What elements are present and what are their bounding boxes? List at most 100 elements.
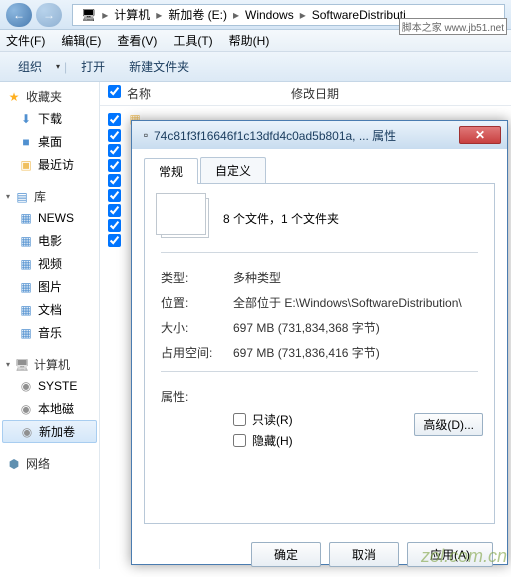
sidebar-item-videos[interactable]: ▦视频 — [0, 252, 99, 275]
sidebar-item-label: SYSTE — [38, 379, 77, 393]
new-folder-button[interactable]: 新建文件夹 — [119, 54, 199, 79]
sidebar-group-network[interactable]: ⬢网络 — [0, 453, 99, 474]
sidebar-item-recent[interactable]: ▣最近访 — [0, 153, 99, 176]
sidebar-item-desktop[interactable]: ■桌面 — [0, 130, 99, 153]
drive-icon: ◉ — [18, 378, 34, 394]
menu-edit[interactable]: 编辑(E) — [61, 32, 101, 49]
chevron-right-icon: ▸ — [298, 8, 308, 22]
ok-button[interactable]: 确定 — [251, 542, 321, 567]
sidebar-item-downloads[interactable]: ⬇下载 — [0, 107, 99, 130]
sidebar-item-label: 音乐 — [38, 324, 62, 341]
chevron-down-icon: ▾ — [6, 360, 10, 369]
computer-icon: 🖥 — [77, 8, 100, 22]
computer-icon: 🖥 — [14, 357, 30, 373]
files-stack-icon — [161, 198, 209, 238]
breadcrumb-item[interactable]: 计算机 — [110, 6, 154, 23]
advanced-button[interactable]: 高级(D)... — [414, 413, 483, 436]
sidebar-item-drive-d[interactable]: ◉本地磁 — [0, 397, 99, 420]
sidebar-group-label: 收藏夹 — [26, 88, 62, 105]
sidebar: ★收藏夹 ⬇下载 ■桌面 ▣最近访 ▾▤库 ▦NEWS ▦电影 ▦视频 ▦图片 … — [0, 82, 100, 569]
hidden-checkbox[interactable] — [233, 434, 246, 447]
sidebar-item-label: 桌面 — [38, 133, 62, 150]
sidebar-group-label: 网络 — [26, 455, 50, 472]
tab-custom[interactable]: 自定义 — [200, 157, 266, 183]
breadcrumb-item[interactable]: 新加卷 (E:) — [164, 6, 231, 23]
sidebar-group-label: 库 — [34, 188, 46, 205]
menu-view[interactable]: 查看(V) — [117, 32, 157, 49]
network-icon: ⬢ — [6, 456, 22, 472]
sidebar-item-label: 文档 — [38, 301, 62, 318]
nav-back-button[interactable]: ← — [6, 3, 32, 27]
menu-file[interactable]: 文件(F) — [6, 32, 45, 49]
arrow-right-icon: → — [43, 8, 55, 22]
breadcrumb-item[interactable]: SoftwareDistributi — [308, 8, 410, 22]
toolbar: 组织▾ | 打开 新建文件夹 — [0, 52, 511, 82]
sidebar-group-computer[interactable]: ▾🖥计算机 — [0, 354, 99, 375]
row-checkbox[interactable] — [108, 159, 121, 172]
download-icon: ⬇ — [18, 111, 34, 127]
select-all-checkbox[interactable] — [108, 85, 121, 98]
sidebar-item-label: 新加卷 — [39, 423, 75, 440]
menu-tools[interactable]: 工具(T) — [173, 32, 212, 49]
summary-text: 8 个文件，1 个文件夹 — [223, 210, 339, 227]
arrow-left-icon: ← — [13, 8, 25, 22]
sidebar-group-favorites[interactable]: ★收藏夹 — [0, 86, 99, 107]
sidebar-item-movies[interactable]: ▦电影 — [0, 229, 99, 252]
row-checkbox[interactable] — [108, 144, 121, 157]
sidebar-item-documents[interactable]: ▦文档 — [0, 298, 99, 321]
properties-dialog: ▫ 74c81f3f16646f1c13dfd4c0ad5b801a, ... … — [131, 120, 508, 565]
tab-general[interactable]: 常规 — [144, 158, 198, 184]
row-checkbox[interactable] — [108, 189, 121, 202]
dialog-titlebar[interactable]: ▫ 74c81f3f16646f1c13dfd4c0ad5b801a, ... … — [132, 121, 507, 149]
sidebar-item-music[interactable]: ▦音乐 — [0, 321, 99, 344]
breadcrumb-item[interactable]: Windows — [241, 8, 298, 22]
sidebar-item-label: 下载 — [38, 110, 62, 127]
hidden-label: 隐藏(H) — [252, 432, 293, 449]
tab-strip: 常规 自定义 — [144, 157, 495, 184]
row-checkbox[interactable] — [108, 174, 121, 187]
sidebar-item-drive-e[interactable]: ◉新加卷 — [2, 420, 97, 443]
row-checkbox[interactable] — [108, 204, 121, 217]
drive-icon: ◉ — [18, 401, 34, 417]
row-checkbox[interactable] — [108, 113, 121, 126]
column-header: 名称 修改日期 — [100, 82, 511, 106]
sidebar-item-news[interactable]: ▦NEWS — [0, 207, 99, 229]
cancel-button[interactable]: 取消 — [329, 542, 399, 567]
chevron-right-icon: ▸ — [100, 8, 110, 22]
folder-icon: ▣ — [18, 157, 34, 173]
column-name[interactable]: 名称 — [127, 87, 151, 101]
size-value: 697 MB (731,834,368 字节) — [233, 319, 478, 336]
folder-icon: ▦ — [18, 210, 34, 226]
video-icon: ▦ — [18, 256, 34, 272]
row-checkbox[interactable] — [108, 234, 121, 247]
menu-help[interactable]: 帮助(H) — [229, 32, 270, 49]
close-button[interactable]: ✕ — [459, 126, 501, 144]
file-icon: ▫ — [138, 127, 154, 143]
row-checkbox[interactable] — [108, 219, 121, 232]
readonly-checkbox[interactable] — [233, 413, 246, 426]
disk-value: 697 MB (731,836,416 字节) — [233, 344, 478, 361]
readonly-label: 只读(R) — [252, 411, 293, 428]
chevron-right-icon: ▸ — [231, 8, 241, 22]
close-icon: ✕ — [475, 128, 485, 142]
column-date[interactable]: 修改日期 — [291, 85, 339, 102]
sidebar-item-label: 图片 — [38, 278, 62, 295]
music-icon: ▦ — [18, 325, 34, 341]
row-checkbox[interactable] — [108, 129, 121, 142]
drive-icon: ◉ — [19, 424, 35, 440]
sidebar-item-label: 最近访 — [38, 156, 74, 173]
organize-button[interactable]: 组织 — [8, 54, 52, 79]
chevron-down-icon: ▾ — [6, 192, 10, 201]
sidebar-group-libraries[interactable]: ▾▤库 — [0, 186, 99, 207]
open-button[interactable]: 打开 — [71, 54, 115, 79]
sidebar-item-drive-c[interactable]: ◉ SYSTE — [0, 375, 99, 397]
size-label: 大小: — [161, 319, 233, 336]
nav-forward-button[interactable]: → — [36, 3, 62, 27]
picture-icon: ▦ — [18, 279, 34, 295]
document-icon: ▦ — [18, 302, 34, 318]
sidebar-item-label: 视频 — [38, 255, 62, 272]
location-label: 位置: — [161, 294, 233, 311]
sidebar-item-pictures[interactable]: ▦图片 — [0, 275, 99, 298]
type-value: 多种类型 — [233, 269, 478, 286]
chevron-down-icon: ▾ — [56, 62, 60, 71]
